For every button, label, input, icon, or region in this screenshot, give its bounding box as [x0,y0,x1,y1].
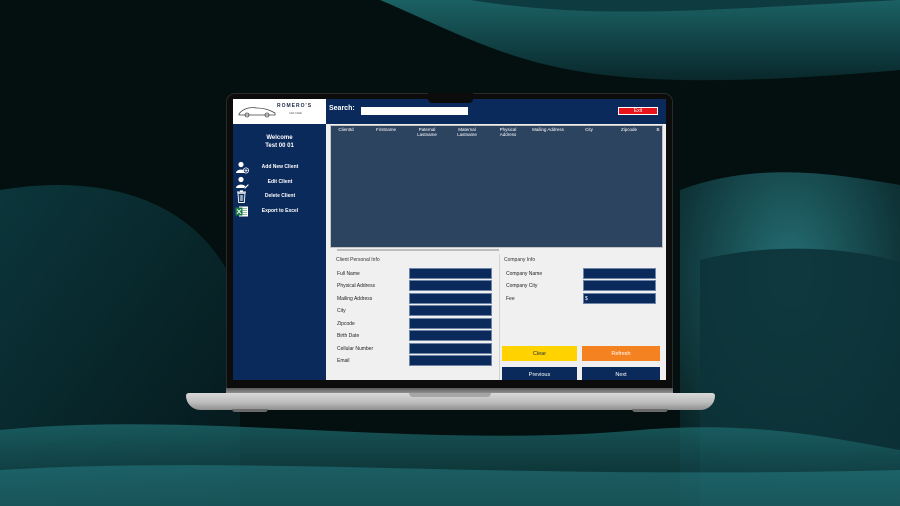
laptop-foot-left [232,409,268,412]
exit-button[interactable]: Exit [618,107,658,115]
welcome-text: Welcome Test 00 01 [233,134,326,150]
logo-tagline: CAR CARE [289,112,302,115]
laptop-foot-right [632,409,668,412]
label-company-name: Company Name [506,271,543,277]
birth-date-field[interactable] [409,330,492,341]
company-city-field[interactable] [583,280,656,291]
sidebar-item-label: Delete Client [264,193,296,199]
cellular-number-field[interactable] [409,343,492,354]
personal-info-title: Client Personal Info [336,257,380,263]
label-zipcode: Zipcode [337,321,355,327]
car-logo-icon [238,107,276,118]
zipcode-field[interactable] [409,318,492,329]
label-city: City [337,308,346,314]
horizontal-scrollbar[interactable] [337,249,499,251]
welcome-label: Welcome [266,135,293,141]
column-header-partial[interactable]: B [653,127,662,132]
refresh-button[interactable]: Refresh [582,346,660,361]
sidebar-item-label: Export to Excel [261,208,299,214]
column-header-city[interactable]: City [574,127,604,132]
clients-table[interactable]: ClientId Firstname Paternal Lastname Mat… [330,125,663,248]
sidebar-item-edit-client[interactable]: Edit Client [235,176,325,189]
search-label: Search: [329,105,355,112]
search-input[interactable] [361,107,468,115]
top-bar: Search: Exit [326,99,666,124]
column-header-maternal-lastname[interactable]: Maternal Lastname [451,127,483,137]
sidebar-item-label: Add New Client [261,164,299,170]
column-header-paternal-lastname[interactable]: Paternal Lastname [411,127,443,137]
label-cellular-number: Cellular Number [337,346,374,352]
email-field[interactable] [409,355,492,366]
column-header-mailing-address[interactable]: Mailing Address [532,127,564,132]
city-field[interactable] [409,305,492,316]
physical-address-field[interactable] [409,280,492,291]
company-name-field[interactable] [583,268,656,279]
label-birth-date: Birth Date [337,333,360,339]
clear-button[interactable]: Clear [502,346,577,361]
app-window: ROMERO'S CAR CARE Search: Exit Welcome T… [233,99,666,380]
laptop-camera-notch [428,93,473,103]
column-header-clientid[interactable]: ClientId [333,127,359,132]
logo: ROMERO'S CAR CARE [233,99,326,124]
panel-divider [499,254,500,380]
column-header-physical-address[interactable]: Physical Address [492,127,524,137]
user-name: Test 00 01 [265,143,294,149]
sidebar-item-add-new-client[interactable]: Add New Client [235,161,325,174]
full-name-field[interactable] [409,268,492,279]
logo-brand: ROMERO'S [277,103,313,109]
next-button[interactable]: Next [582,367,660,380]
sidebar-item-export-to-excel[interactable]: Export to Excel [235,205,325,218]
laptop-thumb-cut [409,393,491,397]
label-email: Email [337,358,350,364]
mailing-address-field[interactable] [409,293,492,304]
column-header-firstname[interactable]: Firstname [371,127,401,132]
table-header: ClientId Firstname Paternal Lastname Mat… [331,126,662,141]
sidebar-item-label: Edit Client [267,179,293,185]
label-company-city: Company City [506,283,538,289]
sidebar: Welcome Test 00 01 Add New Client Edit C… [233,124,326,380]
column-header-zipcode[interactable]: Zipcode [614,127,644,132]
previous-button[interactable]: Previous [502,367,577,380]
fee-field[interactable] [583,293,656,304]
label-physical-address: Physical Address [337,283,376,289]
sidebar-item-delete-client[interactable]: Delete Client [235,190,325,203]
company-info-title: Company Info [504,257,536,263]
label-mailing-address: Mailing Address [337,296,373,302]
label-full-name: Full Name [337,271,360,277]
label-fee: Fee [506,296,515,302]
